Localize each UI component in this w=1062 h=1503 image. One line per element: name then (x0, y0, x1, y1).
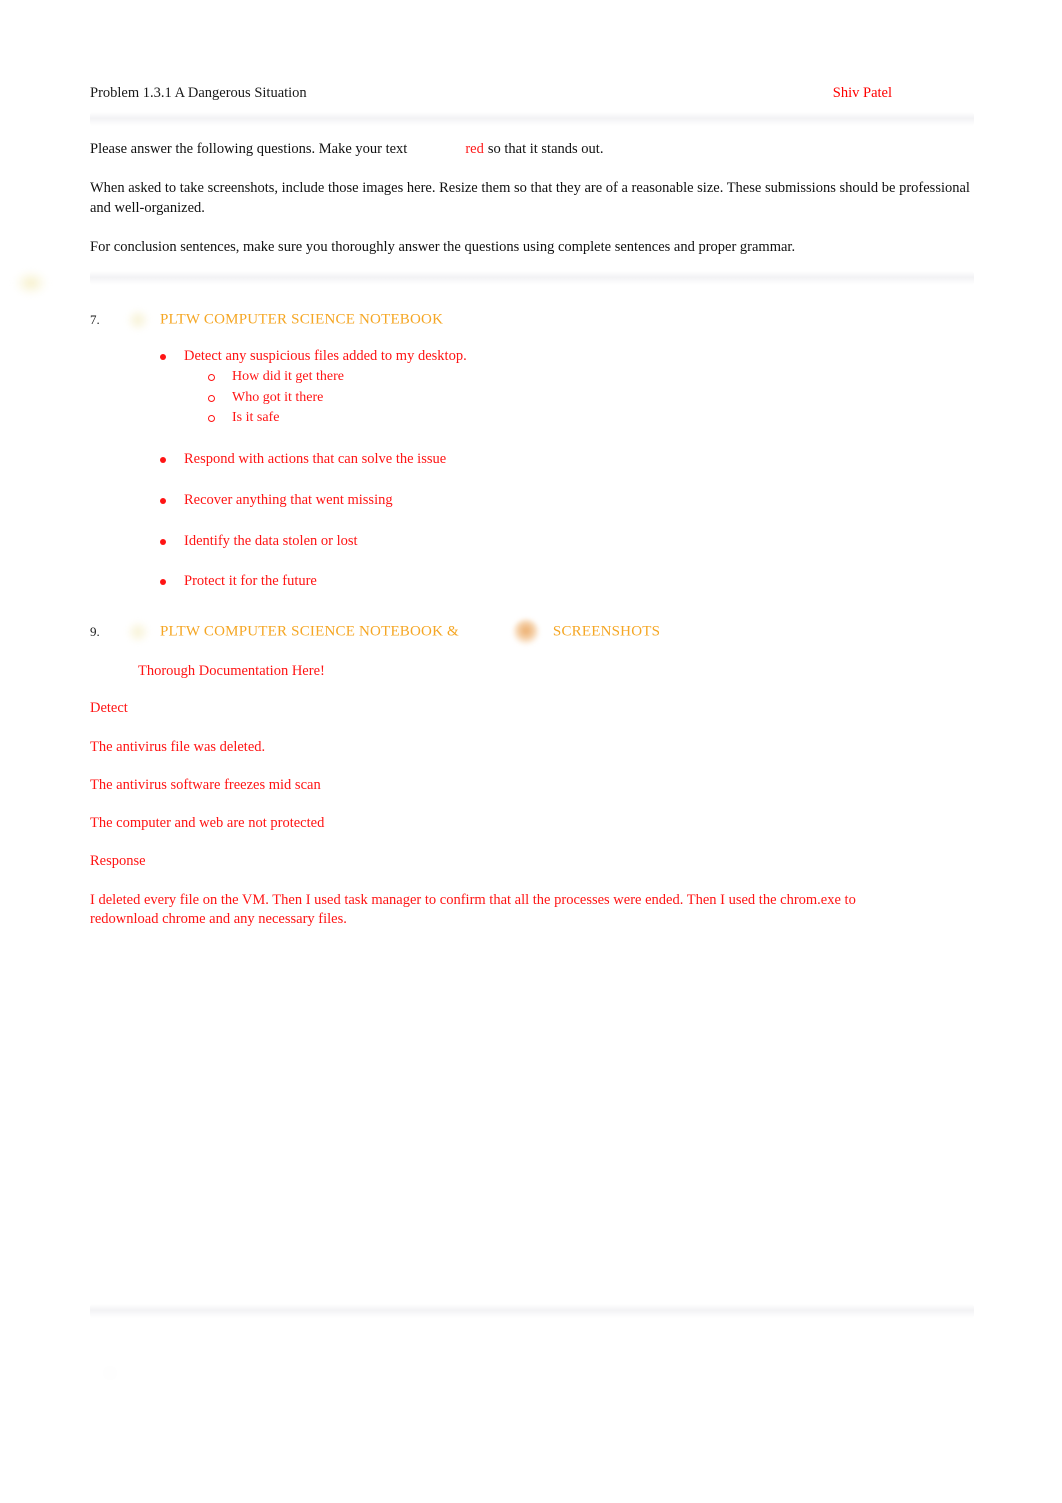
redacted-paragraph (90, 1263, 910, 1282)
highlight-blob-icon (126, 309, 150, 332)
list-item: Identify the data stolen or lost (90, 532, 974, 551)
divider-instructions (90, 271, 974, 286)
bullet-text: Respond with actions that can solve the … (184, 450, 447, 467)
highlight-blob-icon (126, 621, 150, 644)
document-page: Problem 1.3.1 A Dangerous Situation Shiv… (0, 0, 1062, 1503)
notebook-heading-9-part2: SCREENSHOTS (552, 623, 661, 640)
redacted-paragraph (90, 1226, 730, 1245)
redacted-paragraph (90, 1058, 850, 1077)
sub-bullet-list: How did it get there Who got it there Is… (184, 368, 974, 428)
bullet-circle-icon (208, 374, 215, 382)
redacted-label (90, 1020, 160, 1039)
bullet-dot-icon (160, 456, 166, 463)
author-name: Shiv Patel (832, 85, 892, 101)
instruction-red-word: red (465, 141, 484, 158)
answer-detect-line-1: The antivirus file was deleted. (90, 738, 266, 755)
bullet-text: Detect any suspicious files added to my … (184, 348, 467, 365)
list-item: Who got it there (184, 389, 974, 408)
notebook-heading-9-part1: PLTW COMPUTER SCIENCE NOTEBOOK & (160, 623, 459, 640)
notebook-heading-7-text: PLTW COMPUTER SCIENCE NOTEBOOK (160, 311, 444, 328)
bullet-dot-icon (160, 538, 166, 545)
list-number-7: 7. (90, 311, 100, 327)
instruction-line-3: For conclusion sentences, make sure you … (90, 238, 796, 255)
list-item-9: 9. PLTW COMPUTER SCIENCE NOTEBOOK & SCREE… (90, 619, 974, 646)
answer-response-text: I deleted every file on the VM. Then I u… (90, 891, 856, 927)
list-item: Detect any suspicious files added to my … (90, 347, 974, 428)
answer-detect-line-2: The antivirus software freezes mid scan (90, 776, 321, 793)
notebook-heading-9: PLTW COMPUTER SCIENCE NOTEBOOK & SCREENSH… (126, 619, 661, 646)
redacted-footer-item (124, 1365, 127, 1379)
redacted-gray-block (90, 1151, 290, 1170)
bullet-dot-icon (160, 579, 166, 586)
redacted-footer-title (90, 1344, 974, 1360)
instruction-line-1: Please answer the following questions. M… (90, 140, 974, 159)
divider-bottom (90, 1304, 974, 1319)
answer-response-label: Response (90, 853, 146, 870)
bullet-circle-icon (208, 415, 215, 423)
sub-bullet-text: Who got it there (232, 389, 324, 405)
list-number-9: 9. (90, 623, 100, 639)
list-item (90, 1364, 974, 1382)
documentation-note: Thorough Documentation Here! (138, 663, 325, 680)
page-title: Problem 1.3.1 A Dangerous Situation (90, 85, 307, 101)
bullet-text: Protect it for the future (184, 573, 317, 590)
highlight-blob-decorative (14, 270, 48, 296)
redacted-paragraph (90, 1190, 890, 1209)
document-body: Problem 1.3.1 A Dangerous Situation Shiv… (90, 84, 974, 1381)
sub-bullet-text: How did it get there (232, 369, 344, 385)
list-item: How did it get there (184, 368, 974, 387)
redacted-footer-list (90, 1364, 974, 1382)
redacted-label (90, 948, 210, 967)
sub-bullet-text: Is it safe (232, 410, 280, 426)
list-item: Protect it for the future (90, 572, 974, 591)
divider-top (90, 112, 974, 127)
instruction-line-2: When asked to take screenshots, include … (90, 180, 970, 216)
document-header: Problem 1.3.1 A Dangerous Situation Shiv… (90, 84, 974, 102)
bullet-text: Identify the data stolen or lost (184, 532, 358, 549)
bullet-dot-icon (160, 354, 166, 361)
list-item: Is it safe (184, 409, 974, 428)
bullet-dot-icon (108, 1370, 112, 1375)
bullet-circle-icon (208, 394, 215, 402)
redacted-paragraph (90, 987, 910, 1006)
answer-detect-label: Detect (90, 700, 128, 717)
bullet-text: Recover anything that went missing (184, 491, 393, 508)
list-item: Recover anything that went missing (90, 491, 974, 510)
bullet-list-7: Detect any suspicious files added to my … (90, 347, 974, 591)
bullet-dot-icon (160, 497, 166, 504)
list-item: Respond with actions that can solve the … (90, 450, 974, 469)
redacted-paragraph (90, 1130, 910, 1149)
list-item-7: 7. PLTW COMPUTER SCIENCE NOTEBOOK (90, 309, 974, 332)
redacted-footer (90, 1344, 974, 1381)
screenshot-badge-icon (512, 619, 539, 646)
instruction-text-after: so that it stands out. (487, 141, 604, 158)
notebook-heading-7: PLTW COMPUTER SCIENCE NOTEBOOK (126, 309, 444, 332)
redacted-label (90, 1091, 150, 1110)
redacted-region (90, 948, 974, 1381)
instruction-text-before: Please answer the following questions. M… (90, 141, 408, 158)
answer-detect-line-3: The computer and web are not protected (90, 815, 325, 832)
